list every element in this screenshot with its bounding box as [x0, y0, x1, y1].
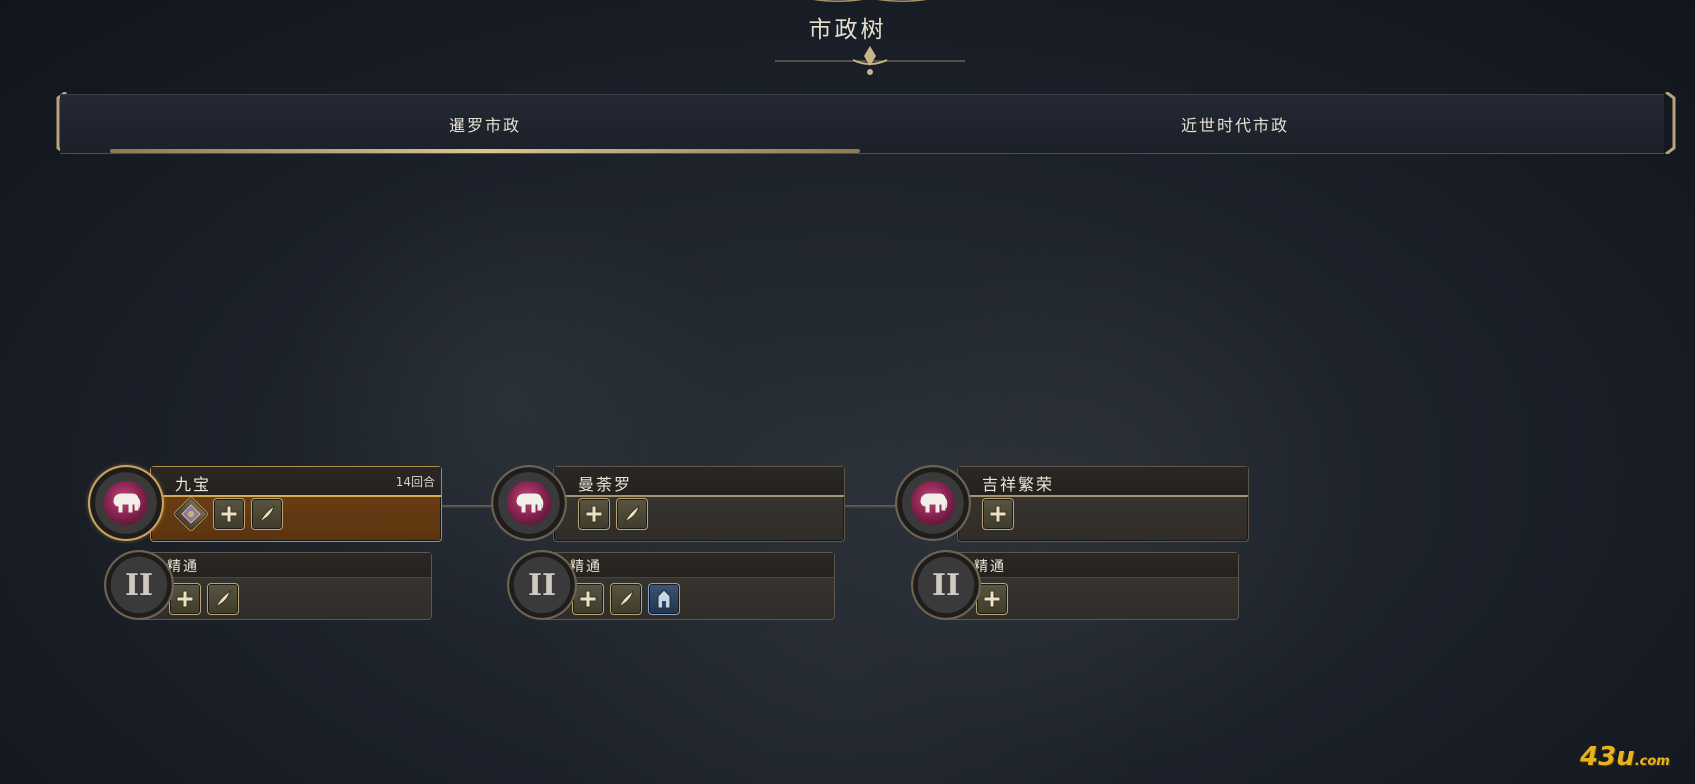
- unlock-icons: [172, 495, 283, 533]
- plus-icon[interactable]: [578, 498, 610, 530]
- civic-card[interactable]: 吉祥繁荣: [957, 466, 1249, 542]
- mastery-medallion[interactable]: II: [106, 552, 172, 618]
- watermark-brand: 43u: [1580, 742, 1635, 772]
- connector-line: [440, 505, 495, 508]
- roman-numeral: II: [124, 567, 154, 603]
- quill-icon[interactable]: [610, 583, 642, 615]
- roman-numeral: II: [931, 567, 961, 603]
- page-title: 市政树: [808, 17, 887, 43]
- wonder-icon[interactable]: [172, 495, 210, 533]
- unlock-icons: [976, 583, 1008, 615]
- top-ornament: [813, 0, 927, 2]
- tab-selected-indicator: [110, 149, 860, 153]
- civic-medallion[interactable]: [897, 467, 969, 539]
- civic-node-auspicious-prosperity[interactable]: 吉祥繁荣 精通 II: [897, 466, 1249, 621]
- tab-modern-age-civics[interactable]: 近世时代市政: [860, 95, 1610, 153]
- white-elephant-icon: [507, 481, 551, 525]
- plus-icon[interactable]: [976, 583, 1008, 615]
- unlock-icons: [578, 498, 648, 530]
- unlock-icons: [572, 583, 680, 615]
- civic-turns: 14回合: [395, 475, 435, 489]
- civic-name: 吉祥繁荣: [982, 475, 1055, 494]
- tab-bar: 暹罗市政 近世时代市政: [60, 94, 1664, 154]
- civic-name: 曼荼罗: [578, 475, 633, 494]
- civic-card[interactable]: 九宝 14回合: [150, 466, 442, 542]
- site-watermark-logo: 43u.com: [1580, 742, 1670, 772]
- unlock-icons: [169, 583, 239, 615]
- title-ornament: [775, 46, 965, 75]
- white-elephant-icon: [911, 481, 955, 525]
- mastery-medallion[interactable]: II: [913, 552, 979, 618]
- plus-icon[interactable]: [572, 583, 604, 615]
- quill-icon[interactable]: [207, 583, 239, 615]
- roman-numeral: II: [527, 567, 557, 603]
- civic-medallion[interactable]: [493, 467, 565, 539]
- civic-medallion[interactable]: [90, 467, 162, 539]
- civic-node-nine-gems[interactable]: 九宝 14回合 精通 II: [90, 466, 442, 621]
- mastery-card[interactable]: 精通: [543, 552, 835, 620]
- mastery-card[interactable]: 精通: [947, 552, 1239, 620]
- civic-card[interactable]: 曼荼罗: [553, 466, 845, 542]
- plus-icon[interactable]: [213, 498, 245, 530]
- quill-icon[interactable]: [251, 498, 283, 530]
- quill-icon[interactable]: [616, 498, 648, 530]
- civic-name: 九宝: [175, 475, 212, 494]
- watermark-suffix: .com: [1634, 754, 1670, 769]
- plus-icon[interactable]: [169, 583, 201, 615]
- connector-line: [843, 505, 899, 508]
- plus-icon[interactable]: [982, 498, 1014, 530]
- tab-bracket-right: [1665, 92, 1676, 154]
- white-elephant-icon: [104, 481, 148, 525]
- unlock-icons: [982, 498, 1014, 530]
- mastery-medallion[interactable]: II: [509, 552, 575, 618]
- building-icon[interactable]: [648, 583, 680, 615]
- tab-siam-civics[interactable]: 暹罗市政: [110, 95, 860, 153]
- civic-node-mandala[interactable]: 曼荼罗 精通 II: [493, 466, 845, 621]
- mastery-card[interactable]: 精通: [140, 552, 432, 620]
